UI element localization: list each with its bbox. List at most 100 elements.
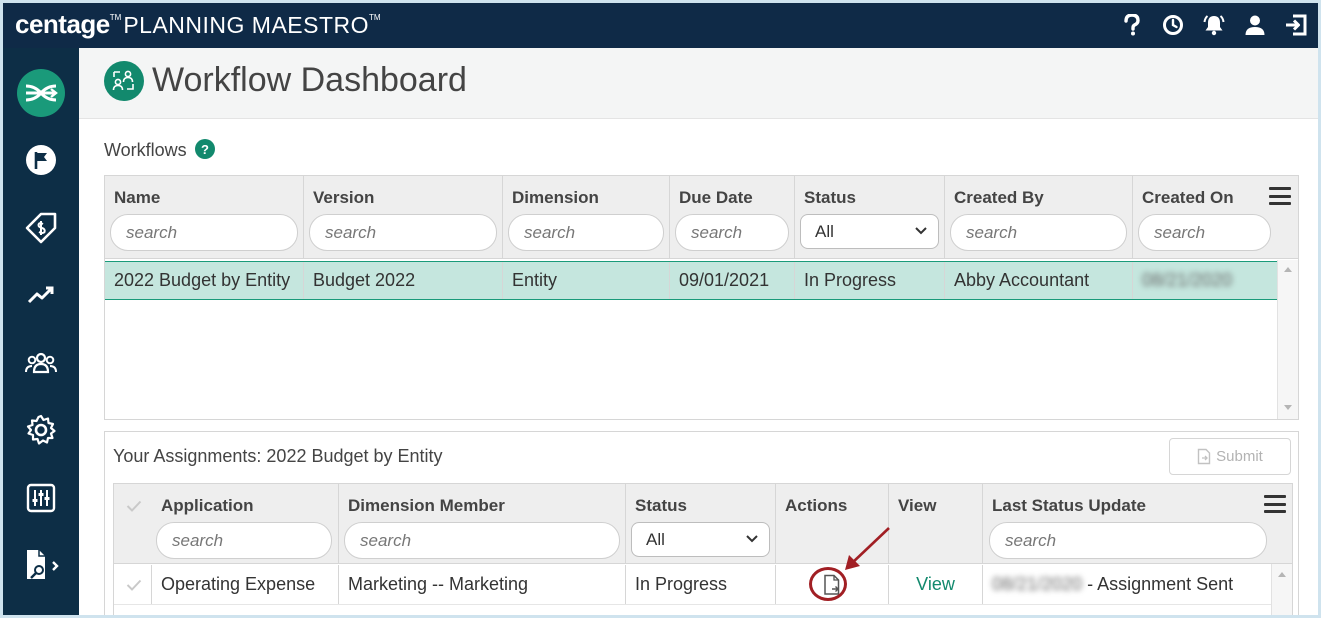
column-last-status-update-label: Last Status Update [992,496,1146,515]
assignments-title: Your Assignments: 2022 Budget by Entity [113,446,443,466]
submit-label: Submit [1216,448,1263,465]
row-created-on: 08/21/2020 [1133,262,1277,299]
workflows-grid-header: Name search Version search Dimension sea… [105,176,1298,259]
column-last-status-update: Last Status Update search [983,484,1271,563]
workflows-column-menu-icon[interactable] [1269,187,1291,205]
history-icon[interactable] [1161,13,1185,37]
view-link[interactable]: View [916,574,955,595]
row-name: 2022 Budget by Entity [105,262,304,299]
column-actions-label: Actions [785,496,848,515]
column-dimension-label: Dimension [512,188,599,207]
workflows-scrollbar[interactable] [1277,260,1298,419]
row-application: Operating Expense [152,565,339,604]
alerts-icon[interactable] [1202,13,1226,37]
column-status-label: Status [804,188,856,207]
assignments-scrollbar[interactable] [1271,564,1292,615]
column-version: Version search [304,176,503,258]
top-icon-bar [1120,13,1308,37]
row-assignment-status: In Progress [626,565,776,604]
user-icon[interactable] [1243,13,1267,37]
column-application-label: Application [161,496,254,515]
settings-icon[interactable] [3,405,79,455]
workflows-label: Workflows [104,140,187,160]
app-window: centageTMPLANNING MAESTROTM Workflow Das… [0,0,1321,618]
row-dimension: Entity [503,262,670,299]
column-status: Status All [795,176,945,258]
column-name: Name search [105,176,304,258]
workflows-help-icon[interactable]: ? [195,139,215,159]
row-last-status-update: 08/21/2020 - Assignment Sent [983,565,1271,604]
created-by-search-input[interactable]: search [950,214,1127,251]
row-view: View [889,565,983,604]
column-view-label: View [898,496,937,515]
submit-icon [1197,448,1211,465]
workflow-dashboard-icon [104,61,144,101]
workflow-logo-icon[interactable] [3,68,79,118]
select-all-check-icon[interactable] [126,500,142,512]
scroll-down-icon[interactable] [1284,405,1292,410]
row-created-on-value: 08/21/2020 [1142,270,1233,290]
flag-icon[interactable] [3,135,79,185]
column-assignment-status-label: Status [635,496,687,515]
name-search-input[interactable]: search [110,214,298,251]
dimension-search-input[interactable]: search [508,214,664,251]
submit-button[interactable]: Submit [1169,438,1291,475]
brand-tm: TM [109,13,122,22]
row-last-update-date: 08/21/2020 [992,574,1083,594]
row-created-by: Abby Accountant [945,262,1133,299]
row-dimension-member: Marketing -- Marketing [339,565,626,604]
help-icon[interactable] [1120,13,1144,37]
main-content: Workflow Dashboard Workflows ? Name sear… [79,48,1318,615]
brand-secondary: PLANNING MAESTRO [123,12,370,38]
title-bar: Workflow Dashboard [79,48,1318,119]
status-filter-select[interactable]: All [800,214,939,249]
table-row[interactable]: 2022 Budget by Entity Budget 2022 Entity… [105,261,1277,300]
assignments-column-menu-icon[interactable] [1264,495,1286,513]
last-status-update-search-input[interactable]: search [989,522,1267,559]
team-icon[interactable] [3,338,79,388]
report-icon[interactable] [3,540,79,590]
table-row[interactable]: Operating Expense Marketing -- Marketing… [114,565,1271,605]
due-date-search-input[interactable]: search [675,214,789,251]
assignment-status-filter-value: All [646,530,665,549]
assignments-grid: Application search Dimension Member sear… [113,483,1293,615]
column-version-label: Version [313,188,375,207]
assignments-panel: Your Assignments: 2022 Budget by Entity … [104,431,1299,615]
brand-primary: centage [15,9,110,39]
column-application: Application search [152,484,339,563]
column-due-date-label: Due Date [679,188,753,207]
column-view: View [889,484,983,563]
row-check-icon[interactable] [126,579,142,591]
status-filter-value: All [815,222,834,241]
scroll-up-icon[interactable] [1278,572,1286,577]
column-assignment-status: Status All [626,484,776,563]
column-dimension-member-label: Dimension Member [348,496,505,515]
assignment-status-filter-select[interactable]: All [631,522,770,557]
version-search-input[interactable]: search [309,214,497,251]
logout-icon[interactable] [1284,13,1308,37]
scroll-up-icon[interactable] [1284,267,1292,272]
assignments-grid-header: Application search Dimension Member sear… [114,484,1292,564]
side-nav [3,48,79,615]
column-due-date: Due Date search [670,176,795,258]
column-dimension: Dimension search [503,176,670,258]
row-select-cell[interactable] [114,565,152,604]
row-last-update-text: - Assignment Sent [1082,574,1234,594]
application-search-input[interactable]: search [156,522,332,559]
page-title: Workflow Dashboard [152,61,467,99]
created-on-search-input[interactable]: search [1138,214,1271,251]
workflows-grid: Name search Version search Dimension sea… [104,175,1299,420]
brand-logo[interactable]: centageTMPLANNING MAESTROTM [15,9,383,40]
dimension-member-search-input[interactable]: search [344,522,620,559]
annotation-arrow-icon [845,527,890,570]
column-created-on-label: Created On [1142,188,1234,207]
column-created-by: Created By search [945,176,1133,258]
brand-secondary-tm: TM [369,13,381,22]
column-name-label: Name [114,188,161,207]
column-created-by-label: Created By [954,188,1044,207]
select-all-column [114,484,152,563]
row-version: Budget 2022 [304,262,503,299]
trend-icon[interactable] [3,270,79,320]
sliders-icon[interactable] [3,473,79,523]
budget-tag-icon[interactable] [3,203,79,253]
